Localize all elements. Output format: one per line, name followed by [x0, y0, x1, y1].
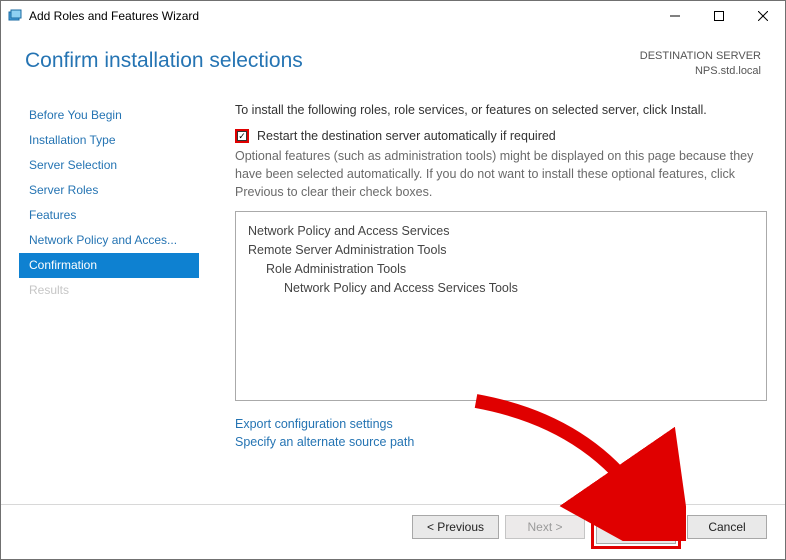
checkmark-icon: ✓ [237, 131, 247, 141]
sidebar-item-features[interactable]: Features [19, 203, 199, 228]
cancel-button[interactable]: Cancel [687, 515, 767, 539]
wizard-footer: < Previous Next > Install Cancel [1, 504, 785, 559]
list-item: Role Administration Tools [248, 260, 754, 279]
list-item: Remote Server Administration Tools [248, 241, 754, 260]
wizard-content: To install the following roles, role ser… [199, 103, 767, 451]
restart-checkbox[interactable]: ✓ [235, 129, 249, 143]
wizard-steps-sidebar: Before You Begin Installation Type Serve… [19, 103, 199, 451]
intro-text: To install the following roles, role ser… [235, 103, 767, 117]
sidebar-item-server-roles[interactable]: Server Roles [19, 178, 199, 203]
install-button-highlight: Install [591, 515, 681, 549]
sidebar-item-server-selection[interactable]: Server Selection [19, 153, 199, 178]
sidebar-item-confirmation[interactable]: Confirmation [19, 253, 199, 278]
selections-panel: Network Policy and Access Services Remot… [235, 211, 767, 401]
optional-note: Optional features (such as administratio… [235, 147, 767, 201]
close-button[interactable] [741, 1, 785, 31]
list-item: Network Policy and Access Services [248, 222, 754, 241]
page-title: Confirm installation selections [25, 49, 303, 73]
minimize-button[interactable] [653, 1, 697, 31]
sidebar-item-installation-type[interactable]: Installation Type [19, 128, 199, 153]
server-manager-icon [7, 8, 23, 24]
restart-checkbox-label: Restart the destination server automatic… [257, 129, 556, 143]
sidebar-item-network-policy[interactable]: Network Policy and Acces... [19, 228, 199, 253]
sidebar-item-results: Results [19, 278, 199, 303]
next-button: Next > [505, 515, 585, 539]
maximize-button[interactable] [697, 1, 741, 31]
alternate-source-link[interactable]: Specify an alternate source path [235, 433, 767, 451]
destination-server-label: DESTINATION SERVER [640, 49, 761, 64]
wizard-header: Confirm installation selections DESTINAT… [1, 31, 785, 95]
list-item: Network Policy and Access Services Tools [248, 279, 754, 298]
sidebar-item-before-you-begin[interactable]: Before You Begin [19, 103, 199, 128]
previous-button[interactable]: < Previous [412, 515, 499, 539]
titlebar: Add Roles and Features Wizard [1, 1, 785, 31]
destination-server-info: DESTINATION SERVER NPS.std.local [640, 49, 761, 79]
window-title: Add Roles and Features Wizard [29, 9, 199, 23]
install-button[interactable]: Install [596, 520, 676, 544]
restart-checkbox-row: ✓ Restart the destination server automat… [235, 129, 767, 143]
export-configuration-link[interactable]: Export configuration settings [235, 415, 767, 433]
destination-server-name: NPS.std.local [640, 64, 761, 79]
